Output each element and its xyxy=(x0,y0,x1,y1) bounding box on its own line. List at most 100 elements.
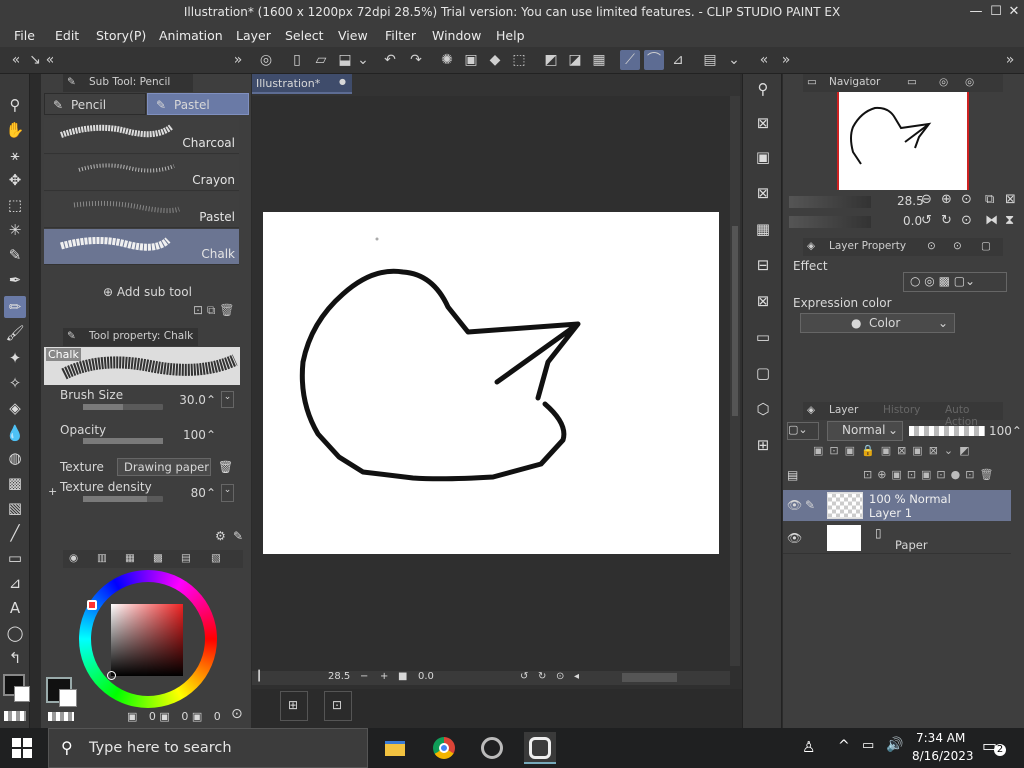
snap-icon[interactable]: ◪ xyxy=(565,50,585,70)
decoration-icon[interactable]: ✧ xyxy=(4,372,26,394)
navigator-zoom-slider[interactable] xyxy=(789,196,871,208)
texture-select[interactable]: Drawing paper C xyxy=(117,458,211,476)
close-button[interactable]: ✕ xyxy=(1004,3,1024,21)
menu-edit[interactable]: Edit xyxy=(55,28,79,43)
maximize-button[interactable]: ☐ xyxy=(986,3,1006,21)
taskbar-search-box[interactable]: ⚲ Type here to search xyxy=(48,728,368,768)
color-settings-icon[interactable]: ⊙ xyxy=(231,706,243,722)
reset-rotation-icon[interactable]: ⊙ xyxy=(556,671,564,682)
delete-subtool-icon[interactable]: 🗑 xyxy=(219,303,234,317)
material-7-icon[interactable]: ▭ xyxy=(752,326,774,348)
texture-density-slider[interactable] xyxy=(83,496,163,502)
material-5-icon[interactable]: ⊟ xyxy=(752,254,774,276)
sub-color-swatch[interactable] xyxy=(14,686,30,702)
fill-icon[interactable]: ◆ xyxy=(485,50,505,70)
nav-zoom-out-icon[interactable]: ⊖ xyxy=(921,192,932,207)
new-file-icon[interactable]: ▯ xyxy=(287,50,307,70)
color-wheel[interactable] xyxy=(79,570,217,708)
blend-mode-select[interactable]: Normal ⌄ xyxy=(827,421,903,441)
color-set-tab-icon[interactable]: ▦ xyxy=(125,552,135,564)
open-file-icon[interactable]: ▱ xyxy=(311,50,331,70)
subtool-item-pastel[interactable]: Pastel xyxy=(44,192,239,228)
text-icon[interactable]: ⊿ xyxy=(4,572,26,594)
menu-help[interactable]: Help xyxy=(496,28,525,43)
zoom-icon[interactable]: ⚲ xyxy=(4,94,26,116)
menu-view[interactable]: View xyxy=(338,28,368,43)
selection-icon[interactable]: ⬚ xyxy=(4,194,26,216)
status-zoom-value[interactable]: 28.5 xyxy=(328,671,350,682)
layer-tool-row-2[interactable]: ⊡⊕▣⊡▣⊡●⊡🗑 xyxy=(863,468,1023,484)
text-tool-icon[interactable]: A xyxy=(4,597,26,619)
file-explorer-icon[interactable] xyxy=(379,732,411,764)
panel-sub-color[interactable] xyxy=(59,689,77,707)
rotate-right-icon[interactable]: ↻ xyxy=(538,671,546,682)
layer-row-layer1[interactable]: 👁 ✎ 100 % Normal Layer 1 xyxy=(783,490,1011,521)
balloon-icon[interactable]: ◯ xyxy=(4,622,26,644)
clip-studio-paint-taskbar-icon[interactable] xyxy=(524,732,556,764)
minimize-button[interactable]: — xyxy=(966,3,986,21)
correct-line-icon[interactable]: ↰ xyxy=(4,647,26,669)
intermediate-color-tab-icon[interactable]: ▩ xyxy=(153,552,163,564)
menu-filter[interactable]: Filter xyxy=(385,28,416,43)
save-dropdown-icon[interactable]: ⌄ xyxy=(357,50,369,70)
hand-icon[interactable]: ✋ xyxy=(4,119,26,141)
vertical-scrollbar[interactable] xyxy=(730,96,740,666)
nav-fit-window-icon[interactable]: ⧉ xyxy=(985,192,994,207)
layer-opacity-slider[interactable] xyxy=(909,426,985,436)
brush-size-pressure-icon[interactable]: ⌄ xyxy=(221,391,234,408)
collapse-left-icon[interactable]: « xyxy=(6,50,26,70)
material-4-icon[interactable]: ▦ xyxy=(752,218,774,240)
eraser-icon[interactable]: ◈ xyxy=(4,397,26,419)
navigator-toggle-icon[interactable]: ⚲ xyxy=(752,78,774,100)
nav-rotate-right-icon[interactable]: ↻ xyxy=(941,213,952,228)
clear-icon[interactable]: ✺ xyxy=(437,50,457,70)
zoom-out-icon[interactable]: − xyxy=(360,671,368,682)
navigator-rotation-value[interactable]: 0.0 xyxy=(903,214,922,228)
windows-start-icon[interactable] xyxy=(12,738,32,758)
horizontal-scroll-thumb[interactable] xyxy=(622,673,677,682)
color-wheel-tab-icon[interactable]: ◉ xyxy=(69,552,78,564)
clip-studio-taskbar-icon[interactable] xyxy=(476,732,508,764)
effect-buttons[interactable]: ○ ◎ ▩ ▢⌄ xyxy=(903,272,1007,292)
layer-property-title[interactable]: Layer Property xyxy=(829,240,906,252)
brush-icon[interactable]: 🖌 xyxy=(4,322,26,344)
copy-subtool-icon[interactable]: ⊡ xyxy=(193,303,203,317)
layer-search-icon[interactable]: ⊡ xyxy=(324,691,352,721)
navigator-title[interactable]: Navigator xyxy=(829,76,880,88)
nav-reset-rotation-icon[interactable]: ⊙ xyxy=(961,213,972,228)
menu-story[interactable]: Story(P) xyxy=(96,28,146,43)
transparent-color-swatch[interactable] xyxy=(4,711,26,721)
pencil-icon[interactable]: ✏ xyxy=(4,296,26,318)
menu-window[interactable]: Window xyxy=(432,28,481,43)
nav-fit-icon[interactable]: ⊙ xyxy=(961,192,972,207)
tab-illustration[interactable]: Illustration* ● xyxy=(252,74,352,94)
airbrush-icon[interactable]: ✦ xyxy=(4,347,26,369)
opacity-slider[interactable] xyxy=(83,438,163,444)
material-10-icon[interactable]: ⊞ xyxy=(752,434,774,456)
save-icon[interactable]: ⬓ xyxy=(335,50,355,70)
menu-animation[interactable]: Animation xyxy=(159,28,223,43)
nav-flip-v-icon[interactable]: ⧗ xyxy=(1005,213,1014,228)
more-icon[interactable]: ⌄ xyxy=(728,50,740,70)
transform-icon[interactable]: ⬚ xyxy=(509,50,529,70)
approx-color-tab-icon[interactable]: ▤ xyxy=(181,552,191,564)
pen-icon[interactable]: ✒ xyxy=(4,269,26,291)
ruler-icon[interactable]: ▭ xyxy=(4,547,26,569)
auto-select-icon[interactable]: ✳ xyxy=(4,219,26,241)
subtool-item-crayon[interactable]: Crayon xyxy=(44,155,239,191)
tab-pastel[interactable]: ✎ Pastel xyxy=(147,93,249,115)
info-tab-icon[interactable]: ◎ xyxy=(939,76,948,88)
status-angle-value[interactable]: 0.0 xyxy=(418,671,434,682)
menu-layer[interactable]: Layer xyxy=(236,28,271,43)
move-icon[interactable]: ✥ xyxy=(4,169,26,191)
subtool-item-charcoal[interactable]: Charcoal xyxy=(44,118,239,154)
nav-rotate-left-icon[interactable]: ↺ xyxy=(921,213,932,228)
material-6-icon[interactable]: ⊠ xyxy=(752,290,774,312)
panel-expand-icon[interactable]: » xyxy=(1000,50,1020,70)
snap-special-icon[interactable]: ▦ xyxy=(589,50,609,70)
hide-outside-icon[interactable]: ◩ xyxy=(541,50,561,70)
paper-visibility-eye-icon[interactable]: 👁 xyxy=(787,531,802,545)
color-history-tab-icon[interactable]: ▧ xyxy=(211,552,221,564)
navigator-preview[interactable] xyxy=(837,92,969,190)
taskbar-time[interactable]: 7:34 AM xyxy=(916,731,965,745)
